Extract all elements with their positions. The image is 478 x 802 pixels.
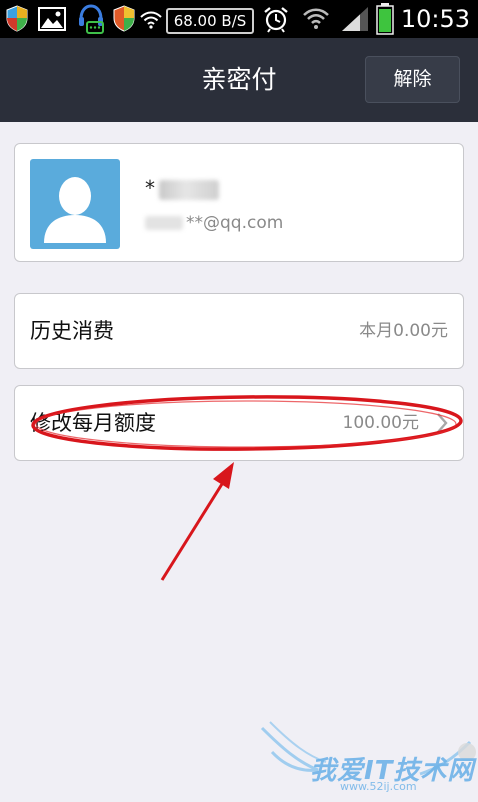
- gallery-icon: [38, 7, 66, 31]
- headset-chat-icon: [79, 4, 104, 34]
- user-email-text: **@qq.com: [186, 213, 284, 233]
- avatar: [30, 159, 120, 249]
- title-bar: 亲密付 解除: [0, 38, 478, 122]
- unbind-button[interactable]: 解除: [365, 56, 460, 103]
- user-name: *: [145, 174, 219, 202]
- history-spending-row[interactable]: 历史消费 本月0.00元: [14, 293, 464, 369]
- modify-monthly-limit-row[interactable]: 修改每月额度 100.00元: [14, 385, 464, 461]
- battery-icon: [376, 3, 394, 35]
- shield-icon: [6, 5, 28, 32]
- profile-card: * **@qq.com: [14, 143, 464, 262]
- history-value: 本月0.00元: [359, 321, 448, 341]
- limit-label: 修改每月额度: [30, 411, 156, 435]
- email-redaction: [145, 216, 183, 230]
- watermark-url: www.52ij.com: [340, 780, 417, 793]
- user-name-text: *: [145, 176, 155, 200]
- wifi-icon: [140, 11, 162, 29]
- name-redaction: [159, 179, 219, 200]
- clock: 10:53: [400, 5, 470, 33]
- annotation-arrow: [160, 483, 224, 581]
- history-label: 历史消费: [30, 319, 114, 343]
- alarm-icon: [264, 7, 288, 33]
- limit-value: 100.00元: [342, 413, 419, 433]
- wifi-signal-icon: [303, 8, 329, 29]
- network-speed: 68.00 B/S: [166, 8, 254, 34]
- status-bar: 68.00 B/S 10:53: [0, 0, 478, 38]
- chevron-right-icon: [437, 413, 448, 433]
- cell-signal-icon: [342, 7, 368, 31]
- user-email: **@qq.com: [145, 210, 283, 236]
- default-avatar-icon: [44, 177, 106, 243]
- security-shield-icon: [113, 5, 135, 32]
